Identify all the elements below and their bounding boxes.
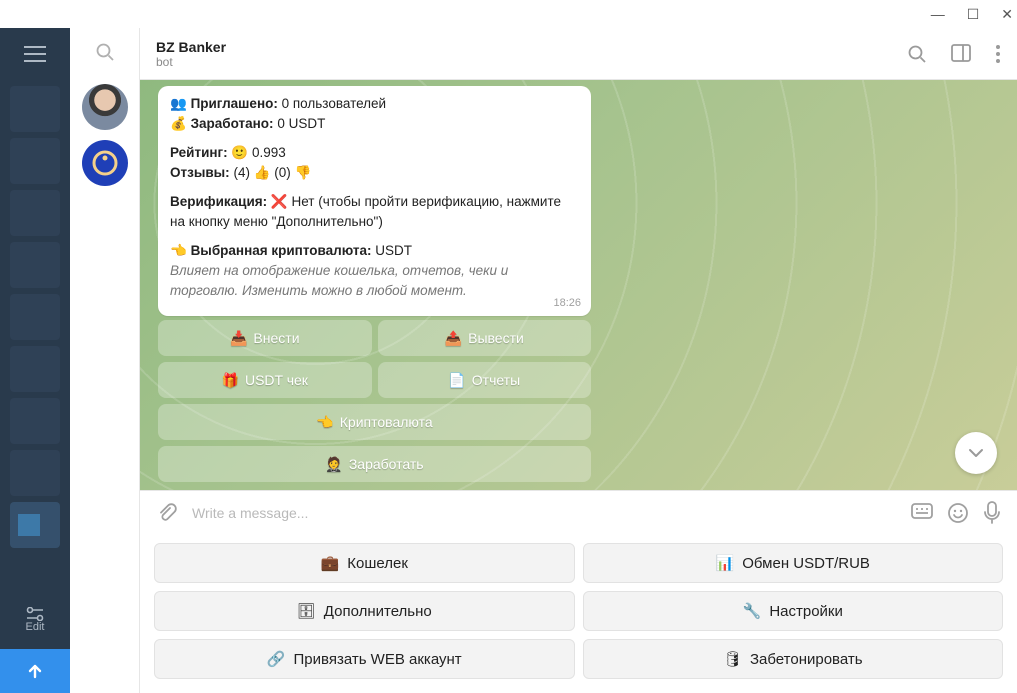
window-minimize[interactable]: — — [931, 6, 945, 22]
rk-settings[interactable]: 🔧 Настройки — [583, 591, 1004, 631]
more-icon[interactable] — [995, 44, 1001, 64]
window-close[interactable]: ✕ — [1001, 6, 1013, 23]
crypto-value: USDT — [375, 243, 412, 258]
window-maximize[interactable]: ☐ — [967, 6, 980, 23]
folder-item-active[interactable] — [10, 502, 60, 548]
chat-avatar[interactable] — [82, 84, 128, 130]
wrench-icon: 🔧 — [743, 602, 762, 620]
folder-item[interactable] — [10, 138, 60, 184]
person-icon: 🤵 — [325, 456, 342, 473]
kb-crypto[interactable]: 👈 Криптовалюта — [158, 404, 591, 440]
reviews-up: (4) — [233, 165, 250, 180]
invited-value: 0 пользователей — [282, 96, 387, 111]
upload-button[interactable] — [0, 649, 70, 693]
rk-label: Привязать WEB аккаунт — [294, 651, 462, 668]
folder-item[interactable] — [10, 242, 60, 288]
bot-keyboard-icon[interactable] — [911, 503, 933, 523]
inline-keyboard: 📥 Внести 📤 Вывести 🎁 USDT чек 📄 Отчеты 👈 Крип… — [158, 320, 591, 482]
outbox-icon: 📤 — [445, 330, 462, 347]
barrel-icon: 🛢 — [723, 650, 742, 668]
folder-item[interactable] — [10, 398, 60, 444]
rk-exchange[interactable]: 📊 Обмен USDT/RUB — [583, 543, 1004, 583]
inbox-icon: 📥 — [230, 330, 247, 347]
rk-label: Обмен USDT/RUB — [742, 555, 870, 572]
rating-label: Рейтинг: — [170, 145, 228, 160]
message-time: 18:26 — [553, 296, 581, 312]
earned-value: 0 USDT — [277, 116, 325, 131]
drawer-icon: 🗄 — [297, 602, 316, 620]
chat-header: BZ Banker bot — [140, 28, 1017, 80]
gift-icon: 🎁 — [222, 372, 239, 389]
mic-icon[interactable] — [983, 501, 1001, 525]
briefcase-icon: 💼 — [321, 554, 340, 572]
menu-icon[interactable] — [24, 46, 46, 62]
message-input[interactable] — [192, 505, 897, 521]
rk-label: Забетонировать — [750, 651, 863, 668]
kb-earn[interactable]: 🤵 Заработать — [158, 446, 591, 482]
left-rail: Edit — [0, 28, 70, 693]
folder-item[interactable] — [10, 190, 60, 236]
crypto-hint: Влияет на отображение кошелька, отчетов,… — [170, 261, 579, 300]
folder-item[interactable] — [10, 450, 60, 496]
main-pane: BZ Banker bot 👥 Приглашено: 0 пользовате… — [140, 28, 1017, 693]
invited-label: Приглашено: — [191, 96, 278, 111]
chart-icon: 📊 — [716, 554, 735, 572]
kb-label: Вывести — [468, 330, 524, 346]
rk-concrete[interactable]: 🛢 Забетонировать — [583, 639, 1004, 679]
emoji-icon[interactable] — [947, 502, 969, 524]
chat-subtitle: bot — [156, 55, 907, 69]
rk-label: Настройки — [769, 603, 843, 620]
folder-item[interactable] — [10, 294, 60, 340]
earned-label: Заработано: — [191, 116, 274, 131]
rk-label: Дополнительно — [324, 603, 432, 620]
chat-avatar-active[interactable] — [82, 140, 128, 186]
kb-label: Криптовалюта — [340, 414, 433, 430]
kb-withdraw[interactable]: 📤 Вывести — [378, 320, 592, 356]
sidepanel-icon[interactable] — [951, 44, 971, 64]
window-titlebar: — ☐ ✕ — [0, 0, 1017, 28]
kb-label: Внести — [253, 330, 299, 346]
link-icon: 🔗 — [267, 650, 286, 668]
rating-value: 0.993 — [252, 145, 286, 160]
edit-label: Edit — [25, 621, 45, 633]
header-search-icon[interactable] — [907, 44, 927, 64]
chat-list — [70, 28, 140, 693]
verify-label: Верификация: — [170, 194, 267, 209]
folder-item[interactable] — [10, 86, 60, 132]
crypto-label: Выбранная криптовалюта: — [191, 243, 372, 258]
reviews-down: (0) — [274, 165, 291, 180]
rk-wallet[interactable]: 💼 Кошелек — [154, 543, 575, 583]
edit-folders[interactable]: Edit — [25, 607, 45, 633]
rk-label: Кошелек — [347, 555, 408, 572]
message-bubble: 👥 Приглашено: 0 пользователей 💰 Заработа… — [158, 86, 591, 316]
kb-label: Заработать — [349, 456, 424, 472]
scroll-down-button[interactable] — [955, 432, 997, 474]
attach-icon[interactable] — [156, 502, 178, 524]
folder-item[interactable] — [10, 346, 60, 392]
composer: 💼Кошелек 📊Обмен USDT/RUB 🗄Дополнительно … — [140, 490, 1017, 693]
rk-link-web[interactable]: 🔗 Привязать WEB аккаунт — [154, 639, 575, 679]
kb-check[interactable]: 🎁 USDT чек — [158, 362, 372, 398]
page-icon: 📄 — [448, 372, 465, 389]
kb-label: Отчеты — [472, 372, 520, 388]
rk-more[interactable]: 🗄 Дополнительно — [154, 591, 575, 631]
kb-reports[interactable]: 📄 Отчеты — [378, 362, 592, 398]
kb-deposit[interactable]: 📥 Внести — [158, 320, 372, 356]
reply-keyboard: 💼Кошелек 📊Обмен USDT/RUB 🗄Дополнительно … — [140, 535, 1017, 693]
reviews-label: Отзывы: — [170, 165, 230, 180]
kb-label: USDT чек — [245, 372, 308, 388]
search-icon[interactable] — [95, 42, 115, 62]
chat-area[interactable]: 👥 Приглашено: 0 пользователей 💰 Заработа… — [140, 80, 1017, 490]
point-icon: 👈 — [316, 414, 333, 431]
chat-title: BZ Banker — [156, 39, 907, 55]
